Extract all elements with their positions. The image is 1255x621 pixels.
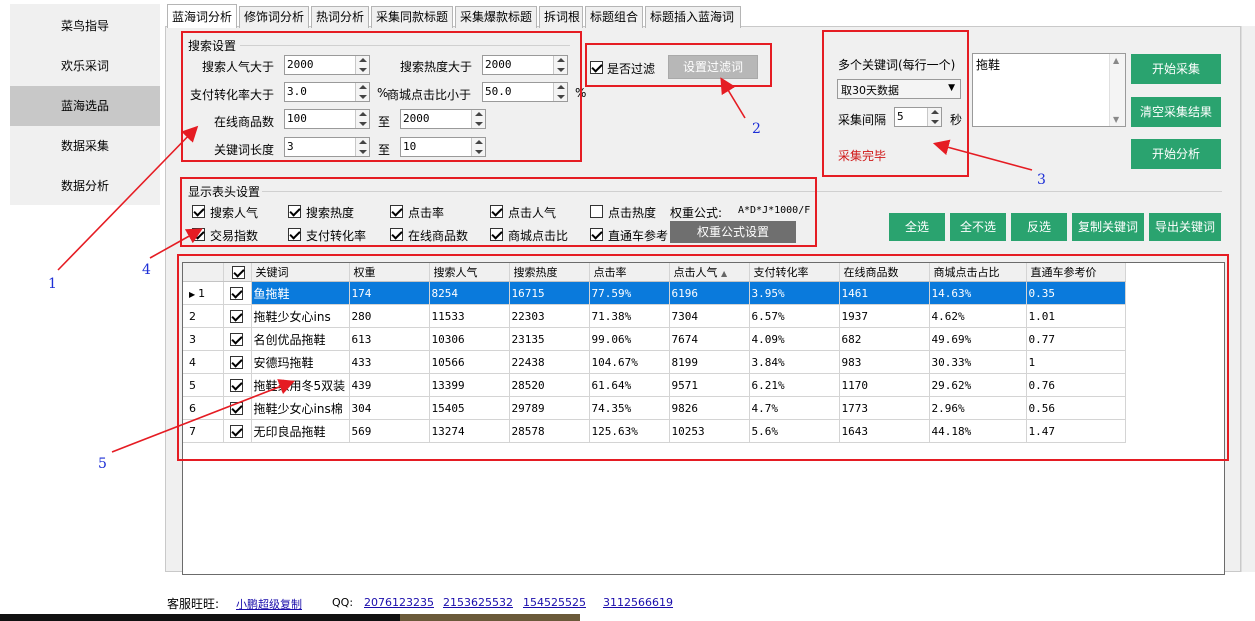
annotation-number: 3 <box>1037 172 1046 188</box>
annotation-number: 1 <box>48 276 57 292</box>
annotation-number: 2 <box>752 121 761 137</box>
annotation-number: 5 <box>98 456 107 472</box>
annotation-number: 4 <box>142 262 151 278</box>
annotation-arrows <box>57 77 1033 453</box>
